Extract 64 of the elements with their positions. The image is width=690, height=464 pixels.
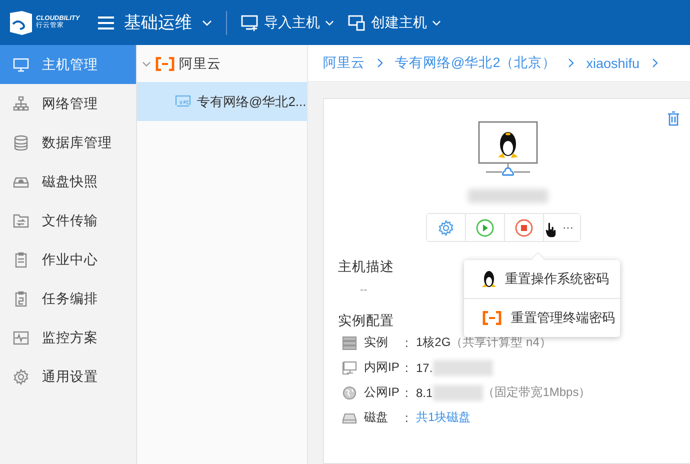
config-value: 17. [416,360,433,374]
sidebar-item[interactable]: 监控方案 [0,318,136,357]
colon-separator: : [405,410,408,424]
clipboard-icon [13,252,29,268]
vpc-icon [175,95,191,108]
header-action-button[interactable]: 导入主机 [241,14,334,32]
bracket-logo-icon [154,56,176,70]
monitor-icon [13,56,29,72]
tree-node[interactable]: 专有网络@华北2... [137,82,307,121]
tree-node[interactable]: 阿里云 [137,45,307,82]
sidebar-item[interactable]: 通用设置 [0,357,136,396]
sidebar-item[interactable]: 作业中心 [0,240,136,279]
penguin-icon [481,270,497,288]
menu-item[interactable]: 重置管理终端密码 [464,298,620,337]
hand-cursor-icon [544,222,556,238]
sidebar-item[interactable]: 任务编排 [0,279,136,318]
settings-button[interactable] [426,214,466,241]
play-icon [476,218,494,236]
config-value: 1核2G [416,334,451,351]
sidebar-item[interactable]: 数据库管理 [0,123,136,162]
sidebar-item[interactable]: 文件传输 [0,201,136,240]
blurred-text [432,360,493,376]
database-icon [13,134,29,150]
bracket-logo-icon [481,311,503,325]
config-value: 8.1 [416,386,433,400]
section-title: 实例配置 [338,312,394,330]
monitors-icon [348,14,366,30]
pulse-icon [13,330,29,346]
colon-separator: : [405,386,408,400]
sidebar-item[interactable]: 磁盘快照 [0,162,136,201]
lan-icon [342,360,357,374]
blurred-text [432,384,483,400]
colon-separator: : [405,336,408,350]
menu-icon[interactable] [98,16,114,30]
description-text: -- [359,284,368,296]
globe-icon [342,386,357,400]
module-dropdown[interactable]: 基础运维 [124,11,212,34]
config-label: 公网IP [364,384,400,401]
config-label: 内网IP [364,359,400,376]
trash-icon[interactable] [667,111,680,126]
sidebar-item[interactable]: 网络管理 [0,84,136,123]
chevron-down-icon [432,20,441,26]
header-action-button[interactable]: 创建主机 [348,14,441,32]
network-icon [13,96,29,112]
folder-icon [13,212,29,228]
chevron-down-icon [202,20,212,26]
chevron-right-icon [377,58,383,68]
logo-icon [8,10,34,36]
config-note: （固定带宽1Mbps） [482,384,591,401]
chevron-right-icon [568,58,574,68]
gear-icon [13,368,29,384]
section-title: 主机描述 [338,258,394,276]
chevron-right-icon [652,58,658,68]
chevron-down-icon [325,20,334,26]
monitor-plus-icon [241,14,259,30]
config-label: 磁盘 [364,409,389,426]
colon-separator: : [405,360,408,374]
menu-item[interactable]: 重置操作系统密码 [464,260,620,298]
task-icon [13,290,29,306]
config-label: 实例 [364,334,389,351]
server-icon [342,336,357,350]
stop-icon [514,218,532,236]
settings-icon [438,220,454,236]
linux-host-drawing [478,121,538,177]
